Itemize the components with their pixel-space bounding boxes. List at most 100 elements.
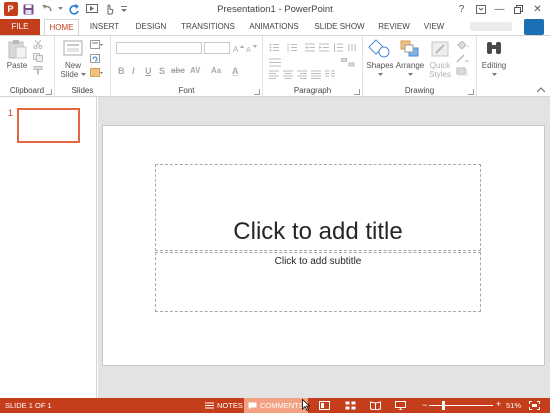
account-name[interactable] — [470, 22, 512, 31]
close-icon[interactable]: ✕ — [529, 2, 546, 16]
subtitle-placeholder[interactable]: Click to add subtitle — [155, 252, 481, 312]
editing-dropdown-icon — [491, 73, 497, 76]
paragraph-group: Paragraph — [263, 36, 363, 97]
slide-show-icon[interactable] — [395, 401, 406, 410]
arrange-dropdown-icon — [407, 73, 413, 76]
slide-workspace: Click to add title Click to add subtitle — [98, 97, 550, 398]
comments-button[interactable]: COMMENTS — [244, 398, 308, 413]
drawing-launcher-icon[interactable] — [468, 89, 474, 95]
numbering-icon[interactable] — [287, 43, 301, 52]
font-color-button[interactable]: A — [232, 66, 239, 76]
svg-text:A: A — [246, 47, 251, 53]
title-placeholder-text: Click to add title — [233, 218, 403, 245]
shapes-button[interactable]: Shapes — [366, 39, 394, 79]
slide-sorter-icon[interactable] — [345, 401, 356, 410]
align-text-icon[interactable] — [269, 58, 281, 67]
zoom-slider-knob[interactable] — [442, 401, 446, 410]
zoom-level[interactable]: 51% — [506, 401, 521, 410]
shapes-icon — [368, 39, 390, 58]
tab-home[interactable]: HOME — [44, 19, 79, 36]
tab-animations[interactable]: ANIMATIONS — [245, 19, 303, 35]
arrange-button[interactable]: Arrange — [394, 39, 426, 79]
font-size-combo[interactable] — [204, 42, 230, 54]
align-right-icon[interactable] — [297, 70, 307, 79]
text-direction-icon[interactable] — [347, 43, 357, 52]
convert-to-smartart-icon[interactable] — [341, 58, 355, 67]
title-placeholder[interactable]: Click to add title — [155, 164, 481, 251]
help-icon[interactable]: ? — [453, 2, 470, 16]
quick-styles-button[interactable]: Quick Styles — [426, 39, 454, 79]
increase-font-size-icon[interactable]: A — [233, 44, 244, 53]
paragraph-launcher-icon[interactable] — [354, 89, 360, 95]
mouse-cursor-icon — [302, 399, 310, 411]
paste-icon — [8, 40, 27, 59]
italic-button[interactable]: I — [132, 66, 135, 76]
font-name-combo[interactable] — [116, 42, 202, 54]
new-slide-button[interactable]: New Slide — [59, 39, 87, 79]
tab-file[interactable]: FILE — [0, 19, 40, 35]
slide-canvas[interactable]: Click to add title Click to add subtitle — [102, 125, 545, 366]
reading-view-icon[interactable] — [370, 401, 381, 410]
ribbon-display-options-icon[interactable] — [472, 2, 489, 16]
tab-insert[interactable]: INSERT — [87, 19, 122, 35]
slide-thumbnail[interactable] — [17, 108, 80, 143]
zoom-in-icon[interactable]: + — [496, 399, 501, 409]
shapes-dropdown-icon — [377, 73, 383, 76]
character-spacing-button[interactable]: AV — [190, 66, 201, 75]
tab-slide-show[interactable]: SLIDE SHOW — [312, 19, 367, 35]
window-controls: ? — ✕ — [451, 2, 546, 16]
format-painter-icon[interactable] — [33, 66, 43, 75]
columns-icon[interactable] — [325, 70, 335, 79]
bullets-icon[interactable] — [269, 43, 283, 52]
change-case-button[interactable]: Aa — [211, 66, 221, 75]
tab-design[interactable]: DESIGN — [132, 19, 170, 35]
tab-review[interactable]: REVIEW — [376, 19, 412, 35]
font-launcher-icon[interactable] — [254, 89, 260, 95]
line-spacing-icon[interactable] — [333, 43, 343, 52]
paragraph-label: Paragraph — [293, 86, 332, 95]
editing-button[interactable]: Editing — [478, 39, 510, 79]
increase-indent-icon[interactable] — [319, 43, 329, 52]
clipboard-group: Paste Clipboard — [0, 36, 55, 97]
clipboard-launcher-icon[interactable] — [46, 89, 52, 95]
editing-group: Editing — [477, 36, 511, 97]
strikethrough-button[interactable]: abc — [171, 66, 185, 75]
quick-styles-icon — [431, 41, 449, 57]
notes-button[interactable]: NOTES — [201, 398, 247, 413]
shape-outline-icon[interactable] — [456, 54, 470, 63]
justify-icon[interactable] — [311, 70, 321, 79]
new-slide-icon — [63, 40, 83, 56]
zoom-out-icon[interactable]: − — [422, 400, 427, 410]
binoculars-icon — [487, 42, 501, 54]
slides-group: New Slide Slides — [55, 36, 111, 97]
tab-transitions[interactable]: TRANSITIONS — [178, 19, 238, 35]
font-group: A A B I U S abc AV Aa A Font — [111, 36, 263, 97]
center-icon[interactable] — [283, 70, 293, 79]
slide-count: SLIDE 1 OF 1 — [5, 401, 52, 410]
avatar[interactable] — [524, 19, 544, 35]
underline-button[interactable]: U — [145, 66, 152, 76]
shape-fill-icon[interactable] — [456, 41, 470, 50]
minimize-icon[interactable]: — — [491, 2, 508, 16]
tab-view[interactable]: VIEW — [420, 19, 448, 35]
decrease-font-size-icon[interactable]: A — [246, 44, 257, 53]
restore-icon[interactable] — [510, 2, 527, 16]
fit-slide-icon[interactable] — [529, 401, 540, 410]
normal-view-icon[interactable] — [319, 401, 330, 410]
copy-icon[interactable] — [33, 53, 43, 62]
collapse-ribbon-icon[interactable] — [537, 87, 545, 93]
layout-icon[interactable] — [90, 40, 103, 49]
reset-icon[interactable] — [90, 54, 103, 63]
decrease-indent-icon[interactable] — [305, 43, 315, 52]
cut-icon[interactable] — [33, 40, 43, 49]
section-icon[interactable] — [90, 68, 103, 77]
status-bar: SLIDE 1 OF 1 NOTES COMMENTS − + 51% — [0, 398, 550, 413]
bold-button[interactable]: B — [118, 66, 125, 76]
text-shadow-button[interactable]: S — [159, 66, 165, 76]
new-slide-dropdown-icon — [80, 73, 86, 76]
shape-effects-icon[interactable] — [456, 67, 470, 76]
paste-button[interactable]: Paste — [4, 39, 30, 70]
align-left-icon[interactable] — [269, 70, 279, 79]
thumbnail-number: 1 — [8, 108, 14, 118]
zoom-slider[interactable] — [429, 405, 493, 406]
